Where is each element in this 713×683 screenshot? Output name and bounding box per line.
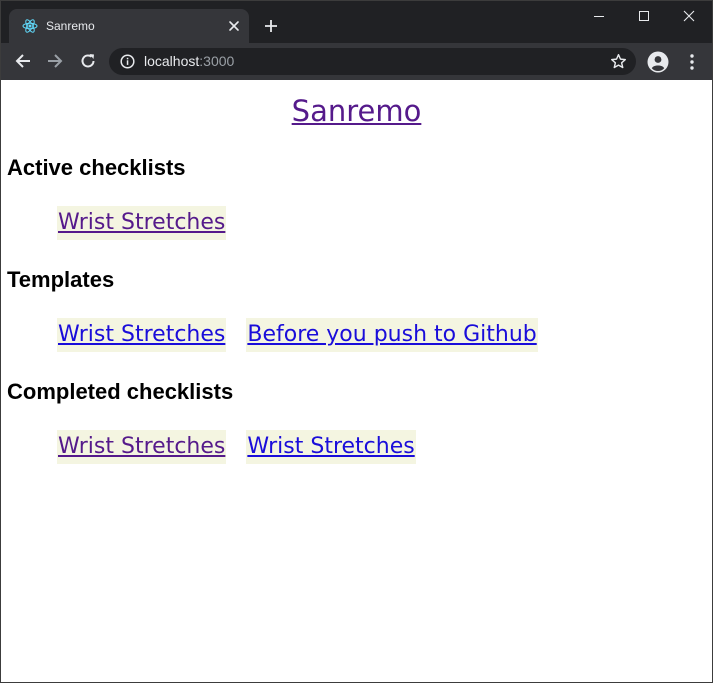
completed-checklist-link[interactable]: Wrist Stretches — [57, 430, 227, 464]
maximize-button[interactable] — [621, 1, 667, 31]
close-window-button[interactable] — [666, 1, 712, 31]
url-host: localhost — [144, 53, 200, 69]
address-bar[interactable]: localhost:3000 — [109, 48, 636, 75]
browser-toolbar: localhost:3000 — [1, 43, 712, 80]
title-bar: Sanremo — [1, 1, 712, 43]
minimize-icon — [594, 16, 604, 17]
info-icon[interactable] — [120, 54, 135, 69]
templates-list: Wrist Stretches Before you push to Githu… — [57, 318, 538, 352]
maximize-icon — [639, 11, 649, 21]
completed-checklists-heading: Completed checklists — [7, 379, 234, 404]
active-checklist-link[interactable]: Wrist Stretches — [57, 206, 227, 240]
home-link[interactable]: Sanremo — [292, 94, 422, 128]
arrow-right-icon[interactable] — [46, 52, 64, 70]
react-logo-icon — [22, 19, 38, 33]
minimize-button[interactable] — [576, 1, 622, 31]
url-port: :3000 — [199, 53, 235, 69]
completed-checklists-list: Wrist Stretches Wrist Stretches — [57, 430, 416, 464]
templates-heading: Templates — [7, 267, 115, 292]
plus-icon[interactable] — [263, 18, 279, 34]
arrow-left-icon[interactable] — [14, 52, 32, 70]
browser-window: Sanremo localhost:3000 Sanremo Active ch… — [0, 0, 713, 683]
template-link[interactable]: Before you push to Github — [246, 318, 538, 352]
url-text: localhost:3000 — [144, 53, 234, 70]
close-icon — [683, 10, 695, 22]
page-content: Sanremo Active checklists Wrist Stretche… — [1, 80, 712, 682]
tab-title: Sanremo — [46, 19, 95, 33]
page-title: Sanremo — [1, 92, 712, 130]
browser-tab[interactable]: Sanremo — [9, 9, 249, 43]
kebab-menu-icon[interactable] — [685, 53, 699, 71]
account-circle-icon[interactable] — [647, 51, 669, 73]
star-icon[interactable] — [610, 53, 627, 70]
reload-icon[interactable] — [79, 52, 97, 70]
active-checklists-list: Wrist Stretches — [57, 206, 227, 240]
template-link[interactable]: Wrist Stretches — [57, 318, 227, 352]
close-tab-icon[interactable] — [227, 19, 241, 33]
active-checklists-heading: Active checklists — [7, 155, 186, 180]
completed-checklist-link[interactable]: Wrist Stretches — [246, 430, 416, 464]
